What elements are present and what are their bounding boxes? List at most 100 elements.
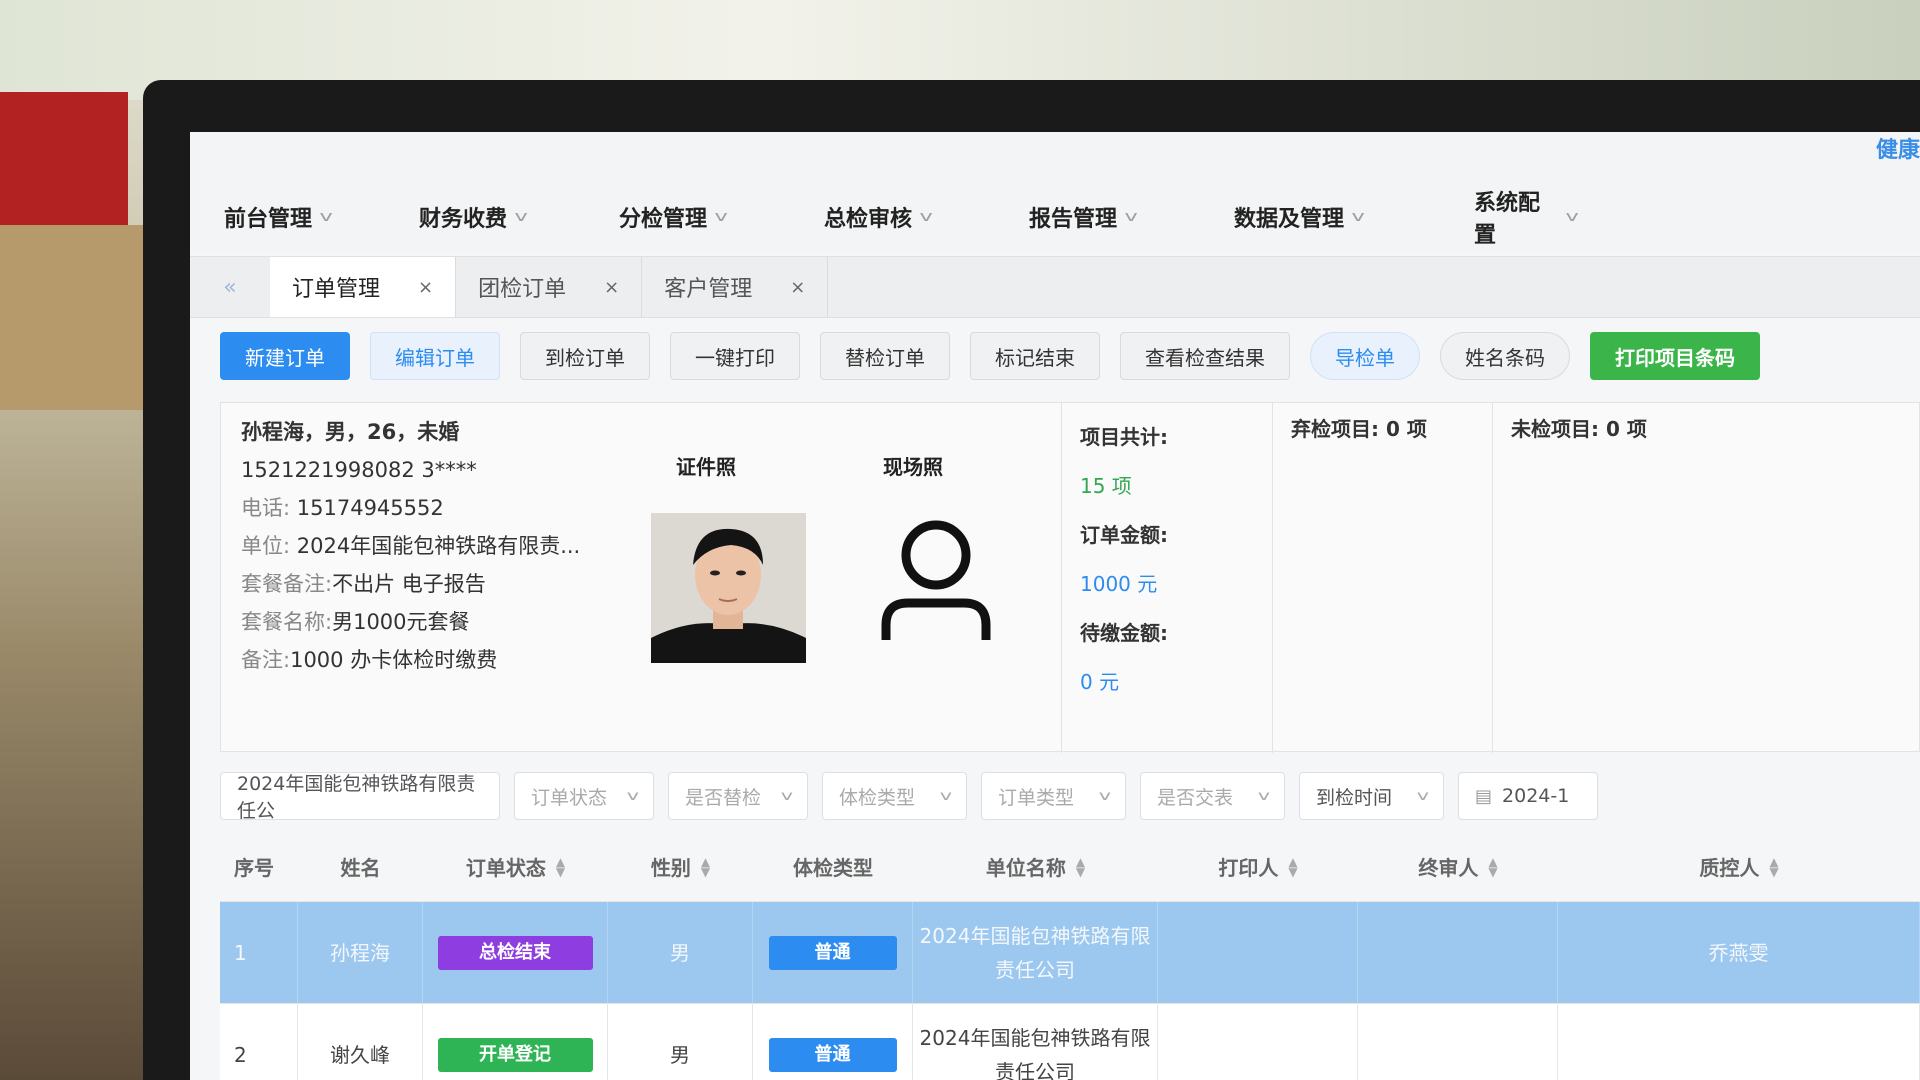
tab-group-orders[interactable]: 团检订单 × [456, 257, 643, 317]
menu-final-review[interactable]: 总检审核 v [790, 197, 995, 237]
menu-system[interactable]: 系统配置 v [1440, 191, 1600, 248]
org-filter[interactable]: 2024年国能包神铁路有限责任公 [220, 772, 500, 822]
substitute-order-button[interactable]: 替检订单 [820, 332, 950, 380]
close-icon[interactable]: × [604, 277, 619, 298]
print-item-barcode-button[interactable]: 打印项目条码 [1590, 332, 1760, 380]
tab-order-management[interactable]: 订单管理 × [270, 257, 457, 317]
chevron-down-icon: v [1565, 209, 1579, 225]
view-results-button[interactable]: 查看检查结果 [1120, 332, 1290, 380]
id-number: 1521221998082 3**** [241, 458, 477, 482]
menu-sub-check[interactable]: 分检管理 v [585, 197, 790, 237]
cell-status: 开单登记 [423, 1004, 608, 1080]
menu-data[interactable]: 数据及管理 v [1200, 197, 1440, 237]
header-gender[interactable]: 性别 ▲ ▼ [608, 832, 753, 901]
name-barcode-button[interactable]: 姓名条码 [1440, 332, 1570, 380]
package-name-value: 男1000元套餐 [332, 610, 470, 634]
arrive-order-button[interactable]: 到检订单 [520, 332, 650, 380]
order-type-filter[interactable]: 订单类型 v [981, 772, 1126, 820]
order-status-filter[interactable]: 订单状态 v [514, 772, 654, 820]
note-label: 备注: [241, 648, 291, 672]
chevron-down-icon: v [1098, 788, 1112, 804]
tab-customer-management[interactable]: 客户管理 × [642, 257, 829, 317]
org-value: 2024年国能包神铁路有限责... [296, 534, 581, 558]
sort-icon[interactable]: ▲ ▼ [1769, 856, 1778, 878]
person-summary: 孙程海，男，26，未婚 [241, 420, 460, 444]
chevron-down-icon: v [1257, 788, 1271, 804]
background-banner [0, 92, 128, 227]
arrive-time-filter[interactable]: 到检时间 v [1299, 772, 1444, 820]
exam-type-filter[interactable]: 体检类型 v [822, 772, 967, 820]
table-row[interactable]: 2 谢久峰 开单登记 男 普通 2024年国能包神铁路有限责任公司 [220, 1004, 1920, 1080]
cell-gender: 男 [608, 902, 753, 1003]
filter-placeholder: 订单类型 [998, 786, 1075, 809]
top-bar: 健康 前台管理 v 财务收费 v 分检管理 v 总检审核 v 报告管理 v 数据及管理 v … [190, 132, 1920, 252]
print-all-button[interactable]: 一键打印 [670, 332, 800, 380]
cell-org: 2024年国能包神铁路有限责任公司 [913, 902, 1158, 1003]
abandoned-items: 弃检项目: 0 项 [1272, 403, 1492, 753]
chevron-down-icon: v [714, 209, 728, 225]
filter-placeholder: 是否替检 [685, 786, 762, 809]
phone-label: 电话: [241, 496, 291, 520]
header-name: 姓名 [340, 856, 381, 880]
menu-label: 前台管理 [224, 207, 313, 232]
sort-icon[interactable]: ▲ ▼ [1288, 856, 1297, 878]
order-amount-value: 1000 元 [1080, 572, 1158, 596]
cell-org: 2024年国能包神铁路有限责任公司 [913, 1004, 1158, 1080]
note-value: 1000 办卡体检时缴费 [290, 648, 498, 672]
package-note-label: 套餐备注: [241, 572, 333, 596]
order-amount-label: 订单金额: [1080, 523, 1168, 547]
site-photo-placeholder [876, 515, 996, 645]
user-icon [881, 520, 991, 640]
menu-label: 数据及管理 [1234, 207, 1345, 232]
org-row: 单位: 2024年国能包神铁路有限责... [241, 527, 580, 565]
tab-label: 订单管理 [292, 277, 381, 302]
edit-order-button[interactable]: 编辑订单 [370, 332, 500, 380]
sort-icon[interactable]: ▲ ▼ [1076, 856, 1085, 878]
submitted-filter[interactable]: 是否交表 v [1140, 772, 1285, 820]
mark-end-button[interactable]: 标记结束 [970, 332, 1100, 380]
cell-final-reviewer [1358, 1004, 1558, 1080]
sort-icon[interactable]: ▲ ▼ [701, 856, 710, 878]
cell-qc [1558, 1004, 1920, 1080]
portrait-image [651, 513, 806, 663]
table-row[interactable]: 1 孙程海 总检结束 男 普通 2024年国能包神铁路有限责任公司 乔燕雯 [220, 902, 1920, 1004]
cell-exam-type: 普通 [753, 902, 913, 1003]
tab-label: 客户管理 [664, 277, 753, 302]
cell-name: 孙程海 [298, 902, 423, 1003]
cell-printer [1158, 1004, 1358, 1080]
menu-finance[interactable]: 财务收费 v [385, 197, 585, 237]
chevron-down-icon: v [780, 788, 794, 804]
note-row: 备注:1000 办卡体检时缴费 [241, 641, 580, 679]
new-order-button[interactable]: 新建订单 [220, 332, 350, 380]
status-badge: 开单登记 [437, 1037, 593, 1072]
header-qc[interactable]: 质控人 ▲ ▼ [1558, 832, 1920, 901]
cell-final-reviewer [1358, 902, 1558, 1003]
cell-gender: 男 [608, 1004, 753, 1080]
guide-sheet-button[interactable]: 导检单 [1310, 332, 1420, 380]
header-printer[interactable]: 打印人 ▲ ▼ [1158, 832, 1358, 901]
package-note-row: 套餐备注:不出片 电子报告 [241, 565, 580, 603]
filter-bar: 2024年国能包神铁路有限责任公 订单状态 v 是否替检 v 体检类型 v 订单类型 v… [220, 767, 1920, 825]
tab-scroll-left-icon[interactable]: « [190, 257, 270, 317]
close-icon[interactable]: × [790, 277, 805, 298]
filter-value: 到检时间 [1316, 786, 1393, 809]
order-summary: 项目共计: 15 项 订单金额: 1000 元 待缴金额: 0 元 弃检项目: … [1061, 403, 1920, 753]
header-status[interactable]: 订单状态 ▲ ▼ [423, 832, 608, 901]
chevron-down-icon: v [1351, 209, 1365, 225]
header-index: 序号 [234, 856, 274, 880]
filter-placeholder: 订单状态 [531, 786, 608, 809]
header-org[interactable]: 单位名称 ▲ ▼ [913, 832, 1158, 901]
menu-front-desk[interactable]: 前台管理 v [190, 197, 385, 237]
substitute-filter[interactable]: 是否替检 v [668, 772, 808, 820]
header-label: 订单状态 [465, 856, 546, 880]
date-filter[interactable]: ▤ 2024-1 [1458, 772, 1598, 820]
package-name-row: 套餐名称:男1000元套餐 [241, 603, 580, 641]
phone-value: 15174945552 [296, 496, 444, 520]
sort-icon[interactable]: ▲ ▼ [1488, 856, 1497, 878]
menu-report[interactable]: 报告管理 v [995, 197, 1200, 237]
table-header: 序号 姓名 订单状态 ▲ ▼ 性别 ▲ ▼ 体检类型 单位名称 ▲ ▼ 打印人 ▲ ▼ 终审人 ▲… [220, 832, 1920, 902]
package-name-label: 套餐名称: [241, 610, 333, 634]
close-icon[interactable]: × [418, 277, 433, 298]
header-final-reviewer[interactable]: 终审人 ▲ ▼ [1358, 832, 1558, 901]
sort-icon[interactable]: ▲ ▼ [556, 856, 565, 878]
